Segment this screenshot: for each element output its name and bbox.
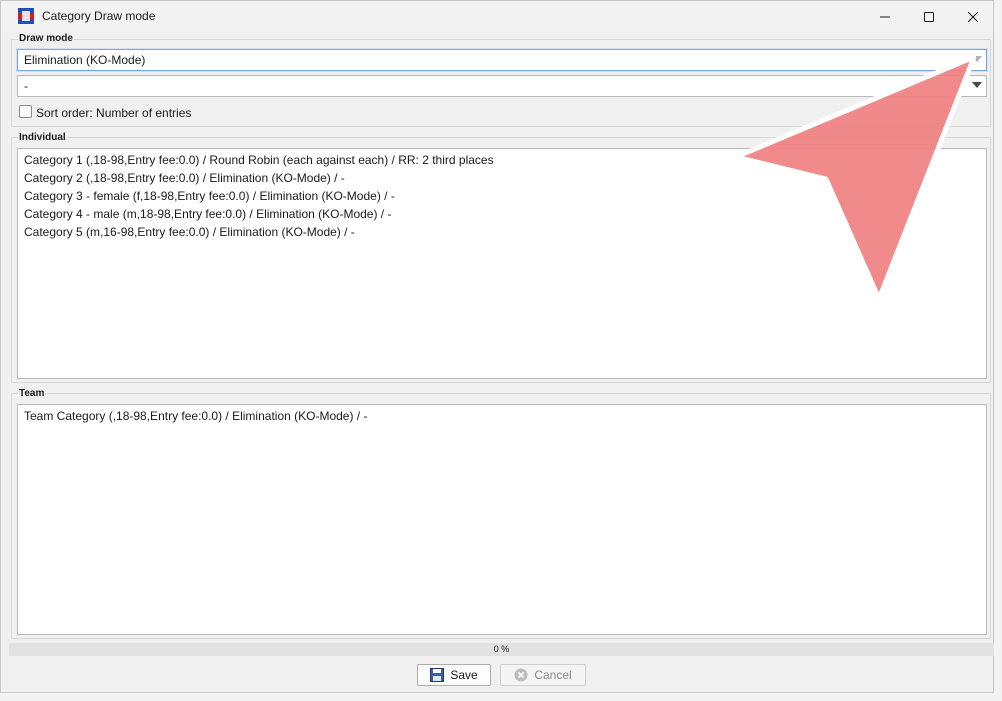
cancel-button[interactable]: Cancel — [500, 664, 586, 686]
save-button[interactable]: Save — [417, 664, 491, 686]
cancel-icon — [514, 668, 528, 682]
draw-mode-select[interactable]: Elimination (KO-Mode) — [17, 49, 987, 71]
progress-bar: 0 % — [9, 643, 994, 656]
minimize-button[interactable] — [863, 1, 907, 32]
sort-order-checkbox[interactable] — [19, 105, 32, 118]
app-flag-icon — [18, 8, 34, 24]
secondary-mode-select-value: - — [24, 79, 28, 93]
chevron-down-icon — [972, 82, 982, 88]
save-button-label: Save — [450, 668, 478, 682]
list-item[interactable]: Category 5 (m,16-98,Entry fee:0.0) / Eli… — [24, 225, 355, 239]
minimize-icon — [880, 16, 890, 17]
chevron-down-icon — [972, 56, 982, 62]
individual-group-label: Individual — [18, 132, 67, 143]
list-item[interactable]: Team Category (,18-98,Entry fee:0.0) / E… — [24, 409, 367, 423]
draw-mode-group-label: Draw mode — [18, 33, 74, 44]
list-item[interactable]: Category 1 (,18-98,Entry fee:0.0) / Roun… — [24, 153, 494, 167]
title-bar[interactable]: Category Draw mode — [1, 1, 993, 32]
progress-text: 0 % — [493, 644, 510, 654]
close-icon — [968, 11, 978, 22]
cancel-button-label: Cancel — [534, 668, 572, 682]
sort-order-label[interactable]: Sort order: Number of entries — [36, 106, 191, 120]
draw-mode-window: Category Draw mode Draw mode Elimination… — [0, 0, 994, 693]
close-button[interactable] — [951, 1, 995, 32]
team-group-label: Team — [18, 388, 46, 399]
secondary-mode-select[interactable]: - — [17, 75, 987, 97]
floppy-disk-icon — [430, 668, 445, 682]
maximize-button[interactable] — [907, 1, 951, 32]
list-item[interactable]: Category 4 - male (m,18-98,Entry fee:0.0… — [24, 207, 391, 221]
individual-category-list[interactable]: Category 1 (,18-98,Entry fee:0.0) / Roun… — [17, 148, 987, 379]
list-item[interactable]: Category 2 (,18-98,Entry fee:0.0) / Elim… — [24, 171, 345, 185]
team-category-list[interactable]: Team Category (,18-98,Entry fee:0.0) / E… — [17, 404, 987, 635]
draw-mode-select-value: Elimination (KO-Mode) — [24, 53, 146, 67]
maximize-icon — [924, 11, 934, 22]
list-item[interactable]: Category 3 - female (f,18-98,Entry fee:0… — [24, 189, 395, 203]
window-title: Category Draw mode — [42, 9, 156, 23]
